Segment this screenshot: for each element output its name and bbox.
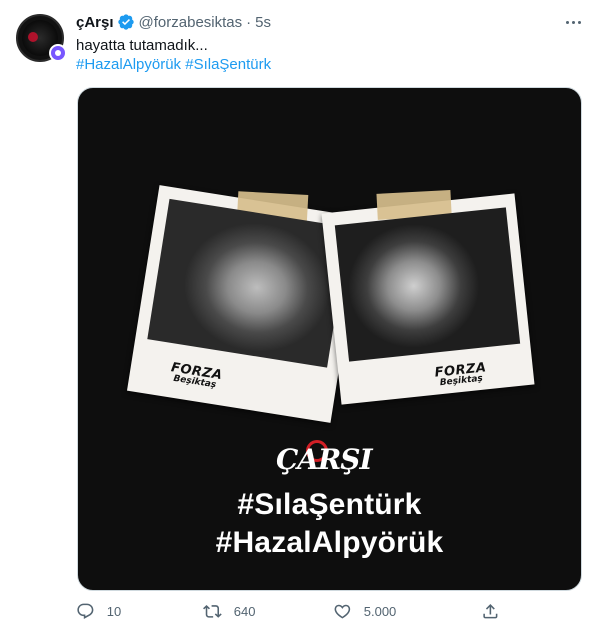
profile-badge-icon	[49, 44, 67, 62]
like-button[interactable]: 5.000	[333, 602, 396, 621]
reply-count: 10	[106, 603, 122, 619]
like-icon	[334, 604, 351, 619]
verified-icon	[117, 13, 135, 31]
author-handle[interactable]: @forzabesiktas	[139, 14, 243, 31]
hashtag-link[interactable]: #HazalAlpyörük	[76, 56, 181, 73]
portrait-photo	[147, 198, 350, 368]
tweet-timestamp[interactable]: 5s	[255, 14, 271, 31]
tweet-actions: 10 640 5.000	[76, 602, 506, 626]
polaroid-photo-right: FORZA Beşiktaş	[321, 190, 535, 405]
tweet-hashtags: #HazalAlpyörük #SılaŞentürk	[76, 55, 271, 75]
forza-logo: FORZA Beşiktaş	[434, 360, 488, 389]
hashtag-link[interactable]: #SılaŞentürk	[185, 56, 271, 73]
share-icon	[483, 604, 498, 619]
tweet-media-image[interactable]: FORZA Beşiktaş FORZA Beşiktaş ÇARŞI #Sıl…	[77, 87, 582, 591]
tweet: çArşı @forzabesiktas · 5s hayatta tutama…	[0, 0, 598, 636]
reply-button[interactable]: 10	[76, 602, 121, 621]
tweet-header: çArşı @forzabesiktas · 5s	[76, 12, 271, 32]
author-name[interactable]: çArşı	[76, 14, 114, 31]
tweet-text: hayatta tutamadık...	[76, 37, 208, 54]
reply-icon	[77, 603, 94, 619]
retweet-icon	[203, 605, 222, 618]
retweet-button[interactable]: 640	[203, 602, 255, 621]
image-hashtag-line-1: #SılaŞentürk	[237, 488, 422, 521]
portrait-photo	[334, 207, 521, 362]
forza-logo: FORZA Beşiktaş	[169, 360, 224, 391]
retweet-count: 640	[233, 603, 256, 619]
avatar-red-emblem	[28, 32, 38, 42]
more-icon[interactable]	[562, 12, 584, 32]
share-button[interactable]	[481, 602, 500, 621]
like-count: 5.000	[363, 603, 397, 619]
carsi-logo: ÇARŞI	[276, 443, 373, 476]
image-hashtag-line-2: #HazalAlpyörük	[215, 526, 444, 559]
separator-dot: ·	[246, 13, 252, 31]
